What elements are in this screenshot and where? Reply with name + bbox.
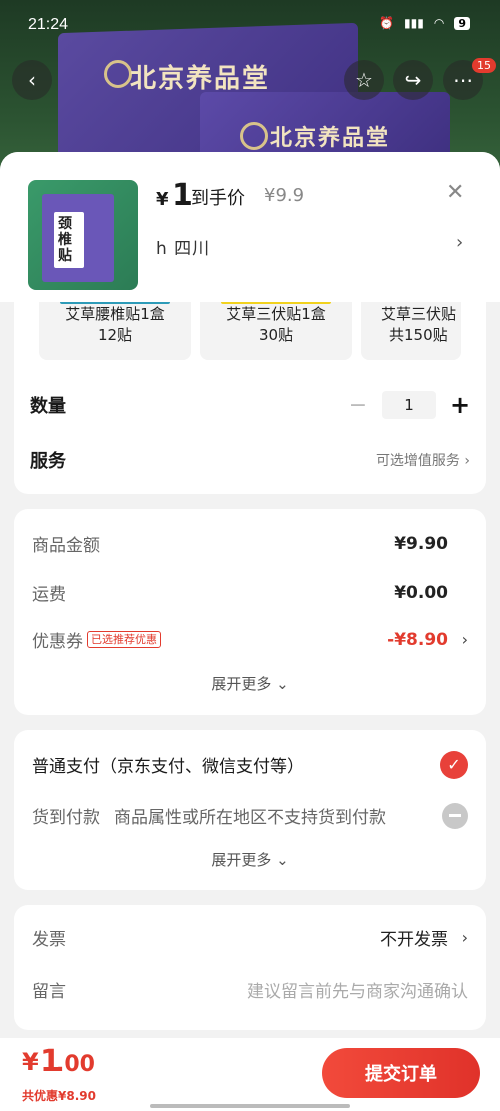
variant-label: 30贴 — [258, 326, 294, 344]
service-label: 服务 — [30, 451, 66, 472]
expand-more-amount[interactable]: 展开更多 ⌄ — [14, 673, 486, 694]
brand-seal-icon — [240, 122, 268, 150]
goods-amount-row: 商品金额 ¥9.90 — [32, 531, 468, 557]
share-icon: ↪ — [404, 68, 422, 92]
star-icon: ☆ — [355, 68, 373, 92]
order-sheet: 颈椎贴 ¥ 1 到手价 ¥9.9 ✕ h 四川 › 艾草腰椎贴1盒 12贴 艾草… — [0, 152, 500, 1111]
chevron-right-icon: › — [461, 928, 468, 947]
more-dots-icon: ⋯ — [453, 68, 473, 92]
signal-icon: ▮▮▮ — [404, 16, 424, 30]
original-price: ¥9.9 — [264, 185, 305, 206]
goods-amount-value: ¥9.90 — [394, 533, 448, 554]
disabled-icon — [442, 802, 468, 829]
service-value: 可选增值服务 › — [375, 453, 470, 469]
shipping-value: ¥0.00 — [394, 582, 448, 603]
minus-button[interactable]: − — [348, 393, 368, 418]
variant-label: 艾草腰椎贴1盒 — [65, 305, 165, 323]
sheet-header: 颈椎贴 ¥ 1 到手价 ¥9.9 ✕ h 四川 › — [0, 152, 500, 302]
chevron-left-icon: ‹ — [28, 68, 36, 92]
service-row[interactable]: 服务 可选增值服务 › — [30, 445, 470, 475]
status-bar: 21:24 ⏰ ▮▮▮ ◠ 9 — [0, 0, 500, 52]
share-button[interactable]: ↪ — [393, 60, 433, 100]
amount-card: 商品金额 ¥9.90 运费 ¥0.00 优惠券 已选推荐优惠 -¥8.90 › … — [14, 509, 486, 715]
variant-label: 艾草三伏贴1盒 — [226, 305, 326, 323]
invoice-value: 不开发票 — [380, 930, 448, 950]
coupon-row[interactable]: 优惠券 已选推荐优惠 -¥8.90 › — [32, 627, 468, 653]
variant-option[interactable]: 艾草腰椎贴1盒 12贴 — [39, 302, 191, 360]
total-saved: 共优惠¥8.90 — [22, 1089, 96, 1103]
coupon-value: -¥8.90 — [387, 629, 448, 650]
close-icon[interactable]: ✕ — [446, 180, 464, 205]
brand-seal-icon — [104, 60, 132, 88]
quantity-input[interactable]: 1 — [382, 391, 436, 419]
expand-more-payment[interactable]: 展开更多 ⌄ — [14, 849, 486, 870]
status-time: 21:24 — [28, 16, 69, 33]
price-label: 到手价 — [191, 188, 245, 209]
message-count-badge: 15 — [472, 58, 496, 73]
price-value: 1 — [172, 178, 193, 213]
submit-order-button[interactable]: 提交订单 — [322, 1048, 480, 1098]
plus-button[interactable]: + — [450, 391, 470, 419]
price-symbol: ¥ — [156, 189, 169, 210]
address-text[interactable]: h 四川 — [156, 234, 210, 259]
invoice-card: 发票 不开发票 › 留言 建议留言前先与商家沟通确认 — [14, 905, 486, 1030]
favorite-button[interactable]: ☆ — [344, 60, 384, 100]
back-button[interactable]: ‹ — [12, 60, 52, 100]
chevron-right-icon[interactable]: › — [456, 232, 463, 253]
payment-cod-note: 商品属性或所在地区不支持货到付款 — [114, 808, 386, 828]
bottom-bar: ¥ 1 .00 共优惠¥8.90 提交订单 — [0, 1038, 500, 1111]
shipping-label: 运费 — [32, 585, 66, 605]
chevron-right-icon: › — [461, 630, 468, 649]
home-indicator — [150, 1104, 350, 1108]
coupon-tag: 已选推荐优惠 — [87, 631, 161, 648]
battery-icon: 9 — [454, 16, 470, 30]
payment-normal-row[interactable]: 普通支付（京东支付、微信支付等） ✓ — [32, 750, 468, 779]
quantity-stepper[interactable]: − 1 + — [348, 391, 470, 419]
payment-normal-label: 普通支付（京东支付、微信支付等） — [32, 757, 304, 777]
payment-card: 普通支付（京东支付、微信支付等） ✓ 货到付款 商品属性或所在地区不支持货到付款… — [14, 730, 486, 890]
message-label: 留言 — [32, 982, 66, 1002]
brand-text: 北京养品堂 — [270, 125, 391, 151]
brand-text: 北京养品堂 — [130, 64, 271, 94]
alarm-icon: ⏰ — [379, 16, 395, 30]
product-thumbnail[interactable]: 颈椎贴 — [28, 180, 138, 290]
thumb-text: 颈椎贴 — [58, 216, 72, 264]
wifi-icon: ◠ — [433, 16, 445, 30]
variant-label: 12贴 — [97, 326, 133, 344]
variant-option[interactable]: 艾草三伏贴 共150贴 — [361, 302, 461, 360]
shipping-row: 运费 ¥0.00 — [32, 580, 468, 606]
payment-cod-label: 货到付款 — [32, 808, 100, 828]
goods-amount-label: 商品金额 — [32, 536, 100, 556]
variant-image-edge — [221, 302, 331, 304]
status-icons: ⏰ ▮▮▮ ◠ 9 — [379, 16, 470, 30]
total-decimal: .00 — [56, 1052, 95, 1077]
message-input[interactable]: 建议留言前先与商家沟通确认 — [247, 977, 468, 1002]
quantity-row: 数量 − 1 + — [30, 390, 470, 420]
message-row[interactable]: 留言 建议留言前先与商家沟通确认 — [32, 977, 468, 1002]
payment-cod-row: 货到付款 商品属性或所在地区不支持货到付款 — [32, 802, 468, 829]
invoice-row[interactable]: 发票 不开发票 › — [32, 925, 468, 950]
variant-section: 艾草腰椎贴1盒 12贴 艾草三伏贴1盒 30贴 艾草三伏贴 共150贴 数量 −… — [14, 302, 486, 494]
variant-option[interactable]: 艾草三伏贴1盒 30贴 — [200, 302, 352, 360]
variant-image-edge — [60, 302, 170, 304]
invoice-label: 发票 — [32, 930, 66, 950]
variant-label: 共150贴 — [389, 326, 448, 344]
check-icon[interactable]: ✓ — [440, 750, 468, 779]
variant-label: 艾草三伏贴 — [381, 305, 457, 323]
coupon-label: 优惠券 — [32, 632, 83, 652]
total-symbol: ¥ — [22, 1048, 39, 1076]
quantity-label: 数量 — [30, 396, 66, 417]
